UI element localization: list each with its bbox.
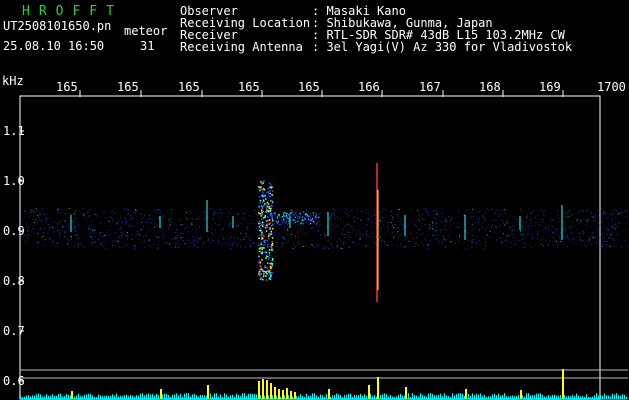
noise-band <box>22 208 629 249</box>
spectrogram <box>19 90 629 400</box>
amplitude-bars <box>20 369 627 399</box>
plot-frame <box>19 95 601 400</box>
signal-traces <box>70 163 563 302</box>
y-axis-ticks <box>20 130 24 382</box>
